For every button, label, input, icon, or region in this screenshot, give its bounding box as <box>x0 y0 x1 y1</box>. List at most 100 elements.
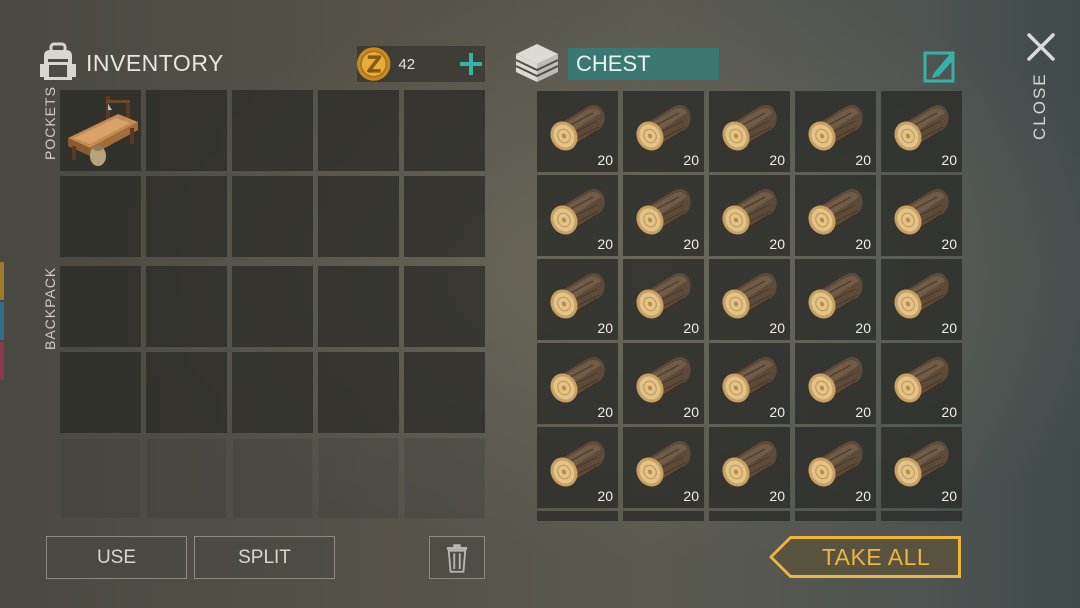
chest-row: 20 20 20 20 20 <box>537 259 963 340</box>
pockets-label: POCKETS <box>42 86 58 160</box>
inventory-slot[interactable] <box>318 176 399 257</box>
log-icon <box>636 273 691 319</box>
chest-slot[interactable] <box>623 511 704 521</box>
log-icon <box>550 189 605 235</box>
log-icon <box>894 441 949 487</box>
inventory-grid <box>60 90 486 524</box>
item-quantity: 20 <box>769 320 785 336</box>
chest-slot[interactable]: 20 <box>795 427 876 508</box>
backpack-slot[interactable] <box>404 352 485 433</box>
chest-slot[interactable]: 20 <box>795 343 876 424</box>
backpack-slot[interactable] <box>318 266 399 347</box>
backpack-slot[interactable] <box>146 352 227 433</box>
backpack-slot[interactable] <box>60 352 141 433</box>
inventory-slot[interactable] <box>232 176 313 257</box>
inventory-slot[interactable] <box>60 176 141 257</box>
chest-slot[interactable]: 20 <box>881 343 962 424</box>
backpack-slot[interactable] <box>60 266 141 347</box>
chest-slot[interactable]: 20 <box>623 427 704 508</box>
chest-slot[interactable]: 20 <box>537 427 618 508</box>
chest-slot[interactable]: 20 <box>881 175 962 256</box>
chest-slot[interactable] <box>709 511 790 521</box>
inventory-slot[interactable] <box>404 176 485 257</box>
log-icon <box>894 357 949 403</box>
coin-icon <box>356 47 391 81</box>
locked-slot <box>146 438 227 519</box>
log-icon <box>894 189 949 235</box>
chest-slot[interactable]: 20 <box>537 91 618 172</box>
chest-slot[interactable]: 20 <box>623 259 704 340</box>
chest-slot[interactable]: 20 <box>623 91 704 172</box>
item-quantity: 20 <box>941 488 957 504</box>
item-quantity: 20 <box>941 236 957 252</box>
chest-slot[interactable]: 20 <box>881 259 962 340</box>
log-icon <box>550 441 605 487</box>
chest-slot[interactable]: 20 <box>795 259 876 340</box>
chest-slot[interactable]: 20 <box>881 91 962 172</box>
chest-slot[interactable]: 20 <box>537 343 618 424</box>
inventory-title: INVENTORY <box>86 49 224 76</box>
item-quantity: 20 <box>941 320 957 336</box>
trash-button[interactable] <box>429 536 485 579</box>
add-coins-button[interactable] <box>456 49 485 79</box>
inventory-slot[interactable] <box>146 90 227 171</box>
log-icon <box>722 441 777 487</box>
backpack-slot[interactable] <box>146 266 227 347</box>
split-button[interactable]: SPLIT <box>194 536 335 579</box>
edit-icon[interactable] <box>922 48 958 84</box>
item-quantity: 20 <box>769 404 785 420</box>
chest-slot[interactable]: 20 <box>709 427 790 508</box>
chest-slot[interactable]: 20 <box>537 175 618 256</box>
chest-slot[interactable]: 20 <box>537 259 618 340</box>
log-icon <box>808 273 863 319</box>
log-icon <box>550 273 605 319</box>
chest-grid: 20 20 20 20 20 20 20 20 20 20 20 20 20 2… <box>537 91 963 521</box>
chest-slot[interactable]: 20 <box>623 175 704 256</box>
inventory-slot[interactable] <box>60 90 141 171</box>
backpack-slot[interactable] <box>318 352 399 433</box>
item-quantity: 20 <box>769 488 785 504</box>
take-all-button[interactable]: TAKE ALL <box>768 535 962 579</box>
edge-color-marks <box>0 262 4 380</box>
chest-slot[interactable]: 20 <box>709 343 790 424</box>
item-quantity: 20 <box>683 320 699 336</box>
inventory-slot[interactable] <box>232 90 313 171</box>
chest-slot[interactable]: 20 <box>881 427 962 508</box>
chest-slot[interactable]: 20 <box>795 175 876 256</box>
item-quantity: 20 <box>597 152 613 168</box>
chest-title[interactable]: CHEST <box>568 48 719 80</box>
backpack-slot[interactable] <box>404 266 485 347</box>
locked-row <box>60 438 486 519</box>
chest-slot[interactable]: 20 <box>623 343 704 424</box>
item-quantity: 20 <box>683 404 699 420</box>
take-all-label: TAKE ALL <box>821 543 931 570</box>
chest-slot[interactable] <box>881 511 962 521</box>
inventory-slot[interactable] <box>404 90 485 171</box>
log-icon <box>808 105 863 151</box>
chest-slot[interactable]: 20 <box>795 91 876 172</box>
locked-slot <box>404 438 485 519</box>
use-button[interactable]: USE <box>46 536 187 579</box>
close-icon[interactable] <box>1024 30 1058 64</box>
item-quantity: 20 <box>683 236 699 252</box>
chest-slot[interactable] <box>795 511 876 521</box>
chest-slot[interactable]: 20 <box>709 259 790 340</box>
inventory-header: INVENTORY <box>38 40 224 86</box>
chest-slot[interactable] <box>537 511 618 521</box>
chest-stack-icon <box>515 44 559 82</box>
close-label[interactable]: CLOSE <box>1030 72 1050 140</box>
log-icon <box>808 357 863 403</box>
backpack-slot[interactable] <box>232 266 313 347</box>
chest-row: 20 20 20 20 20 <box>537 343 963 424</box>
log-icon <box>550 357 605 403</box>
chest-row: 20 20 20 20 20 <box>537 175 963 256</box>
backpack-slot[interactable] <box>232 352 313 433</box>
locked-slot <box>60 438 141 519</box>
inventory-slot[interactable] <box>318 90 399 171</box>
inventory-slot[interactable] <box>146 176 227 257</box>
chest-slot[interactable]: 20 <box>709 91 790 172</box>
log-icon <box>722 273 777 319</box>
backpack-label: BACKPACK <box>42 266 58 350</box>
coin-count: 42 <box>398 55 416 73</box>
chest-slot[interactable]: 20 <box>709 175 790 256</box>
